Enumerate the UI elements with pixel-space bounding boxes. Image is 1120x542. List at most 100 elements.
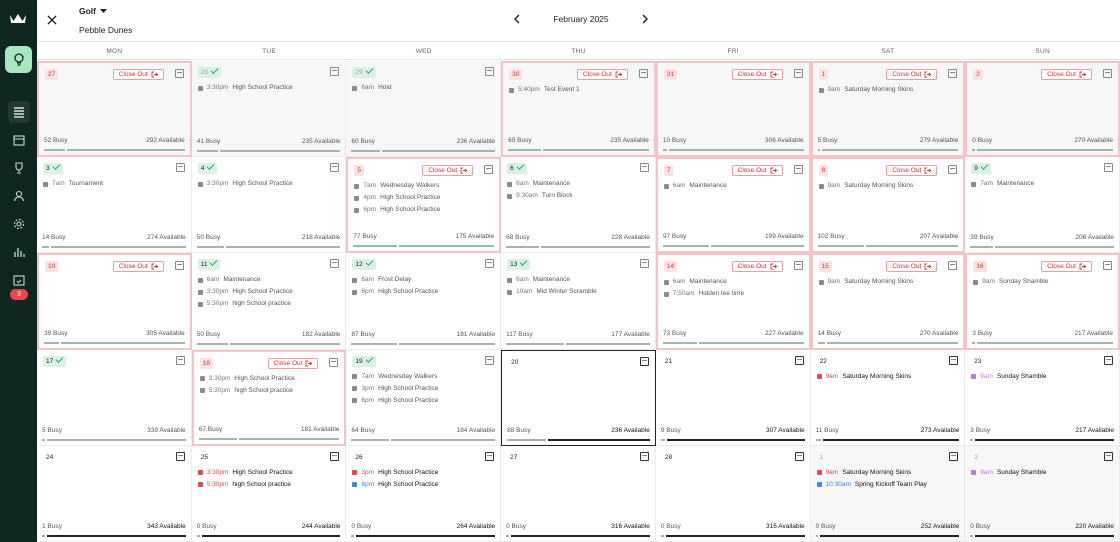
notes-icon[interactable]: [638, 69, 648, 78]
event-item[interactable]: 4pm High School Practice: [354, 192, 495, 204]
day-cell[interactable]: 2 9am Sunday Shamble 0 Busy 220 Available: [965, 445, 1120, 542]
notes-icon[interactable]: [639, 163, 649, 173]
day-cell[interactable]: 28 3:30pm High School Practice 41 Busy 235 A…: [191, 61, 347, 158]
day-cell[interactable]: 2 Close Out 0 Busy 270 Available: [965, 61, 1120, 158]
event-item[interactable]: 7am Maintenance: [971, 178, 1115, 190]
notes-icon[interactable]: [485, 355, 495, 365]
close-out-button[interactable]: Close Out: [731, 69, 783, 80]
event-item[interactable]: 7:50am Hidden tee time: [663, 288, 805, 300]
event-item[interactable]: 9am Saturday Morning Skins: [818, 276, 960, 288]
notes-icon[interactable]: [485, 67, 495, 76]
event-item[interactable]: 5:30pm high School practice: [197, 479, 342, 491]
close-out-button[interactable]: Close Out: [112, 261, 164, 273]
day-cell[interactable]: 9 7am Maintenance 39 Busy 206 Available: [965, 157, 1120, 254]
event-item[interactable]: 10am Mid Winter Scramble: [507, 286, 651, 298]
day-cell[interactable]: 27 Close Out 52 Busy 292 Available: [37, 61, 192, 158]
nav-golf-pin-button[interactable]: [5, 46, 32, 73]
event-item[interactable]: 9am Sunday Shamble: [971, 371, 1115, 383]
day-cell[interactable]: 18 Close Out 3:30pm High School Practice 5:3…: [191, 349, 347, 446]
day-cell[interactable]: 1 9am Saturday Morning Skins 10:30am Spring …: [810, 445, 966, 542]
notes-icon[interactable]: [793, 165, 803, 175]
sport-dropdown[interactable]: Golf: [79, 6, 107, 16]
notes-icon[interactable]: [1102, 69, 1112, 78]
close-out-button[interactable]: Close Out: [1041, 69, 1092, 80]
day-cell[interactable]: 29 6am Hold 60 Busy 236 Available: [346, 61, 502, 158]
day-cell[interactable]: 31 Close Out 10 Busy 306 Available: [655, 61, 811, 158]
close-out-button[interactable]: Close Out: [886, 261, 938, 273]
day-cell[interactable]: 15 Close Out 9am Saturday Morning Skins 14 B…: [810, 253, 966, 350]
notes-icon[interactable]: [1102, 261, 1112, 271]
day-cell[interactable]: 25 3:30pm High School Practice 5:30pm high S…: [191, 445, 347, 542]
event-item[interactable]: 6am Maintenance: [507, 274, 651, 286]
event-item[interactable]: 6pm High School Practice: [352, 395, 496, 407]
event-item[interactable]: 6am Frost Delay: [352, 274, 496, 286]
event-item[interactable]: 7am Wednesday Walkers: [354, 180, 495, 192]
notes-icon[interactable]: [485, 259, 495, 269]
close-out-button[interactable]: Close Out: [886, 69, 938, 80]
day-cell[interactable]: 12 6am Frost Delay 6pm High School Practice 8…: [346, 253, 502, 350]
event-item[interactable]: 9am Saturday Morning Skins: [818, 84, 960, 96]
day-cell[interactable]: 26 3pm High School Practice 6pm High School …: [346, 445, 502, 542]
notes-icon[interactable]: [329, 357, 339, 367]
close-out-button[interactable]: Close Out: [731, 165, 783, 177]
notes-icon[interactable]: [948, 165, 958, 175]
event-item[interactable]: 3:30pm High School Practice: [199, 373, 341, 385]
event-item[interactable]: 6am Maintenance: [197, 274, 342, 286]
crown-logo-icon[interactable]: [9, 12, 27, 24]
notes-icon[interactable]: [794, 451, 804, 461]
nav-tee-sheet-button[interactable]: [8, 101, 30, 123]
event-item[interactable]: 9am Saturday Morning Skins: [816, 467, 961, 479]
nav-reports-button[interactable]: [8, 241, 30, 263]
notes-icon[interactable]: [330, 451, 340, 461]
notes-icon[interactable]: [639, 451, 649, 461]
event-item[interactable]: 5:30pm high School practice: [197, 298, 342, 310]
event-item[interactable]: 7am Wednesday Walkers: [352, 371, 496, 383]
notes-icon[interactable]: [330, 67, 340, 76]
prev-month-button[interactable]: [511, 13, 523, 25]
day-cell[interactable]: 13 6am Maintenance 10am Mid Winter Scramble 1…: [501, 253, 656, 350]
notes-icon[interactable]: [174, 69, 184, 78]
day-cell[interactable]: 6 6am Maintenance 9:30am Turn Block 68 Busy 22…: [501, 157, 656, 254]
day-cell[interactable]: 3 7am Tournament 14 Busy 274 Available: [37, 157, 192, 254]
close-out-button[interactable]: Close Out: [731, 261, 783, 273]
notes-icon[interactable]: [330, 163, 340, 173]
day-cell[interactable]: 21 9 Busy 307 Available: [655, 349, 811, 446]
notes-icon[interactable]: [793, 69, 803, 78]
day-cell[interactable]: 17 5 Busy 339 Available: [37, 349, 192, 446]
notes-icon[interactable]: [484, 165, 494, 175]
day-cell[interactable]: 28 0 Busy 316 Available: [655, 445, 811, 542]
event-item[interactable]: 3pm High School Practice: [352, 467, 496, 479]
day-cell[interactable]: 16 Close Out 9am Sunday Shamble 3 Busy 217 Av…: [965, 253, 1120, 350]
event-item[interactable]: 6pm High School Practice: [352, 479, 496, 491]
notes-icon[interactable]: [949, 355, 959, 365]
next-month-button[interactable]: [639, 13, 651, 25]
day-cell[interactable]: 11 6am Maintenance 3:30pm High School Practi…: [191, 253, 347, 350]
notes-icon[interactable]: [639, 356, 649, 366]
close-out-button[interactable]: Close Out: [112, 69, 164, 80]
event-item[interactable]: 3:30pm High School Practice: [197, 178, 342, 190]
notes-icon[interactable]: [948, 69, 958, 78]
event-item[interactable]: 3pm High School Practice: [352, 383, 496, 395]
nav-members-button[interactable]: [8, 185, 30, 207]
event-item[interactable]: 6pm High School Practice: [352, 286, 496, 298]
day-cell[interactable]: 30 Close Out 5:40pm Test Event 1 69 Busy 235 …: [501, 61, 656, 158]
close-out-button[interactable]: Close Out: [422, 165, 474, 177]
notes-icon[interactable]: [949, 451, 959, 461]
day-cell[interactable]: 5 Close Out 7am Wednesday Walkers 4pm High Sc…: [346, 157, 502, 254]
notes-icon[interactable]: [1103, 451, 1113, 461]
day-cell[interactable]: 1 Close Out 9am Saturday Morning Skins 5 Bus…: [810, 61, 966, 158]
event-item[interactable]: 9am Saturday Morning Skins: [816, 371, 961, 383]
notes-icon[interactable]: [175, 451, 185, 461]
day-cell[interactable]: 14 Close Out 6am Maintenance 7:50am Hidden te…: [655, 253, 811, 350]
day-cell[interactable]: 24 1 Busy 343 Available: [37, 445, 192, 542]
notes-icon[interactable]: [485, 451, 495, 461]
event-item[interactable]: 6am Maintenance: [663, 180, 805, 192]
day-cell[interactable]: 23 9am Sunday Shamble 3 Busy 217 Available: [965, 349, 1120, 446]
close-out-button[interactable]: Close Out: [886, 165, 938, 177]
nav-events-button[interactable]: [8, 269, 30, 291]
notes-icon[interactable]: [175, 355, 185, 365]
day-cell[interactable]: 22 9am Saturday Morning Skins 11 Busy 273 Av…: [810, 349, 966, 446]
day-cell[interactable]: 4 3:30pm High School Practice 50 Busy 218 Av…: [191, 157, 347, 254]
notes-icon[interactable]: [174, 261, 184, 271]
day-cell[interactable]: 8 Close Out 9am Saturday Morning Skins 102 B…: [810, 157, 966, 254]
